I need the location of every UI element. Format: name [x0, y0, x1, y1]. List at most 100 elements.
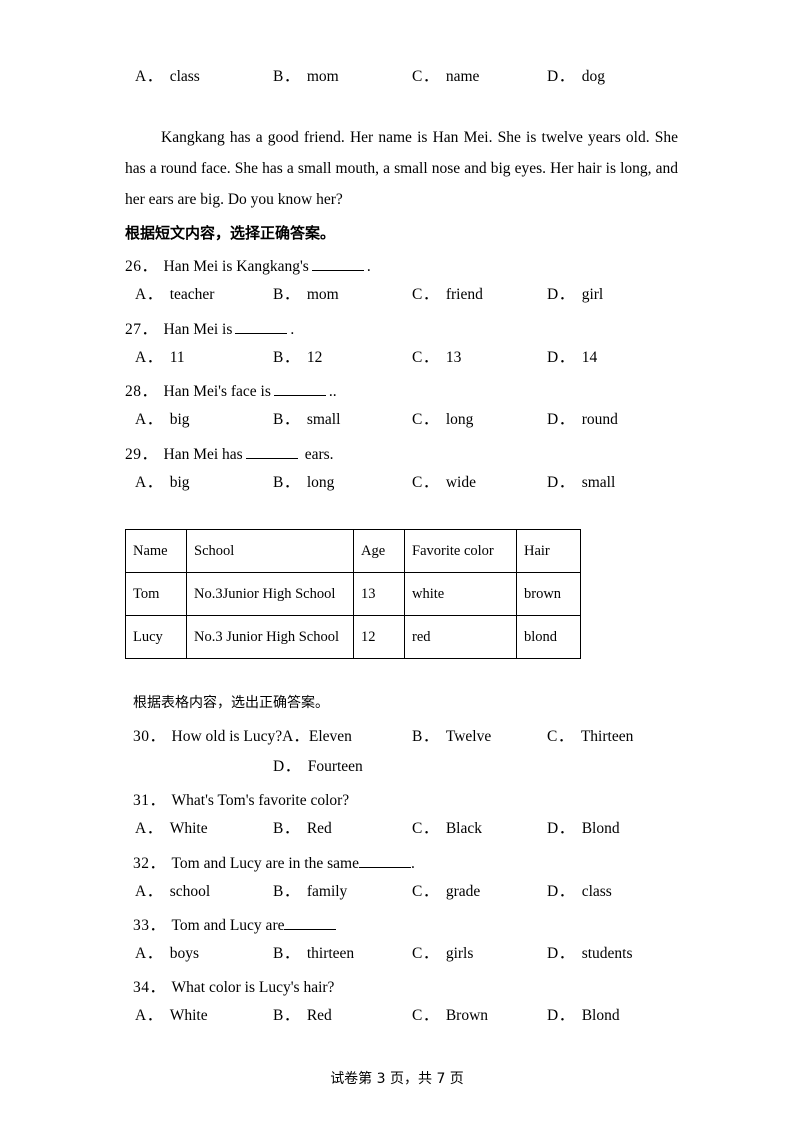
question-32-trailing: . — [410, 855, 415, 872]
cell-hair: brown — [516, 572, 581, 616]
option-d-label: D． — [547, 820, 575, 837]
option-b[interactable]: B． Red — [273, 814, 332, 844]
header-age: Age — [353, 529, 405, 573]
option-c-label: C． — [412, 474, 439, 491]
question-27-stem: 27． Han Mei is. — [125, 315, 675, 345]
option-b[interactable]: B． small — [273, 405, 340, 435]
option-a-label: A． — [135, 349, 163, 366]
option-d-text: girl — [581, 286, 604, 303]
answer-blank[interactable] — [245, 445, 298, 459]
option-b[interactable]: B． Red — [273, 1001, 332, 1031]
option-c[interactable]: C． grade — [412, 877, 480, 907]
option-d[interactable]: D． small — [547, 468, 615, 498]
option-a[interactable]: A． school — [135, 877, 210, 907]
option-c-label: C． — [412, 820, 439, 837]
option-d[interactable]: D． Fourteen — [273, 752, 363, 782]
option-a[interactable]: A． teacher — [135, 280, 214, 310]
option-a[interactable]: A． 11 — [135, 343, 185, 373]
option-a[interactable]: A． big — [135, 468, 190, 498]
option-c-text: name — [445, 68, 480, 85]
option-c[interactable]: C． Thirteen — [547, 722, 633, 752]
option-c[interactable]: C． friend — [412, 280, 483, 310]
option-c[interactable]: C． 13 — [412, 343, 461, 373]
option-d-text: Blond — [581, 1007, 620, 1024]
option-d-text: dog — [581, 68, 605, 85]
question-28-text: Han Mei's face is — [163, 383, 271, 400]
option-d[interactable]: D． dog — [547, 62, 605, 92]
question-27-options: A． 11 B． 12 C． 13 D． 14 — [125, 343, 675, 373]
option-row: A． big B． small C． long D． round — [125, 405, 675, 435]
option-c[interactable]: C． Brown — [412, 1001, 488, 1031]
option-a-text: 11 — [169, 349, 185, 366]
option-row: A． teacher B． mom C． friend D． girl — [125, 280, 675, 310]
option-c[interactable]: C． long — [412, 405, 473, 435]
option-c[interactable]: C． Black — [412, 814, 482, 844]
answer-blank[interactable] — [284, 916, 337, 930]
option-c-label: C． — [412, 411, 439, 428]
option-c-text: wide — [445, 474, 476, 491]
question-31-stem: 31． What's Tom's favorite color? — [125, 786, 675, 816]
option-d[interactable]: D． round — [547, 405, 618, 435]
question-34-block: 34． What color is Lucy's hair? — [125, 973, 675, 1003]
option-b[interactable]: B． family — [273, 877, 347, 907]
option-b[interactable]: B． long — [273, 468, 334, 498]
option-a-label: A． — [135, 411, 163, 428]
option-d-label: D． — [547, 474, 575, 491]
question-28-number: 28． — [125, 383, 158, 400]
option-a[interactable]: A． big — [135, 405, 190, 435]
question-26-number: 26． — [125, 258, 158, 275]
option-a-text: teacher — [169, 286, 215, 303]
option-a[interactable]: A． boys — [135, 939, 199, 969]
option-b[interactable]: B． 12 — [273, 343, 322, 373]
option-a[interactable]: A． class — [135, 62, 200, 92]
question-29-options: A． big B． long C． wide D． small — [125, 468, 675, 498]
question-27-block: 27． Han Mei is. — [125, 315, 675, 345]
question-32-stem: 32． Tom and Lucy are in the same. — [125, 849, 675, 879]
option-c[interactable]: C． name — [412, 62, 479, 92]
option-c-text: long — [445, 411, 474, 428]
option-d[interactable]: D． 14 — [547, 343, 597, 373]
option-b-text: small — [306, 411, 341, 428]
question-29-block: 29． Han Mei has ears. — [125, 440, 675, 470]
option-b-text: mom — [306, 68, 339, 85]
option-b-label: B． — [273, 883, 300, 900]
question-28-block: 28． Han Mei's face is.. — [125, 377, 675, 407]
option-row: A． class B． mom C． name D． dog — [125, 62, 675, 92]
option-c-text: grade — [445, 883, 481, 900]
option-b-label: B． — [273, 1007, 300, 1024]
student-info-table-wrap: Name School Age Favorite color Hair Tom … — [125, 529, 581, 659]
option-d[interactable]: D． students — [547, 939, 633, 969]
answer-blank[interactable] — [311, 257, 364, 271]
option-b[interactable]: B． mom — [273, 280, 339, 310]
option-d[interactable]: D． Blond — [547, 1001, 620, 1031]
option-a[interactable]: A． White — [135, 814, 208, 844]
question-34-stem: 34． What color is Lucy's hair? — [125, 973, 675, 1003]
option-d-text: students — [581, 945, 633, 962]
question-29-text: Han Mei has — [163, 446, 243, 463]
option-b[interactable]: B． thirteen — [273, 939, 354, 969]
option-c[interactable]: C． wide — [412, 468, 476, 498]
cell-age: 12 — [353, 615, 405, 659]
answer-blank[interactable] — [358, 854, 411, 868]
option-a-label: A． — [135, 945, 163, 962]
option-a[interactable]: A． White — [135, 1001, 208, 1031]
option-c-text: 13 — [445, 349, 462, 366]
option-a-label: A． — [135, 68, 163, 85]
cell-color: red — [404, 615, 517, 659]
option-d-text: class — [581, 883, 612, 900]
option-d[interactable]: D． Blond — [547, 814, 620, 844]
option-d[interactable]: D． class — [547, 877, 612, 907]
option-d[interactable]: D． girl — [547, 280, 603, 310]
option-b-text: Twelve — [445, 728, 492, 745]
question-34-number: 34． — [133, 979, 166, 996]
option-b[interactable]: B． mom — [273, 62, 339, 92]
option-b[interactable]: B． Twelve — [412, 722, 491, 752]
answer-blank[interactable] — [273, 382, 326, 396]
option-a-label: A． — [282, 728, 309, 745]
option-c[interactable]: C． girls — [412, 939, 473, 969]
question-30-number: 30． — [133, 728, 166, 745]
option-b-label: B． — [273, 945, 300, 962]
answer-blank[interactable] — [235, 320, 288, 334]
question-26-text: Han Mei is Kangkang's — [163, 258, 309, 275]
question-26-trailing: . — [366, 258, 371, 275]
